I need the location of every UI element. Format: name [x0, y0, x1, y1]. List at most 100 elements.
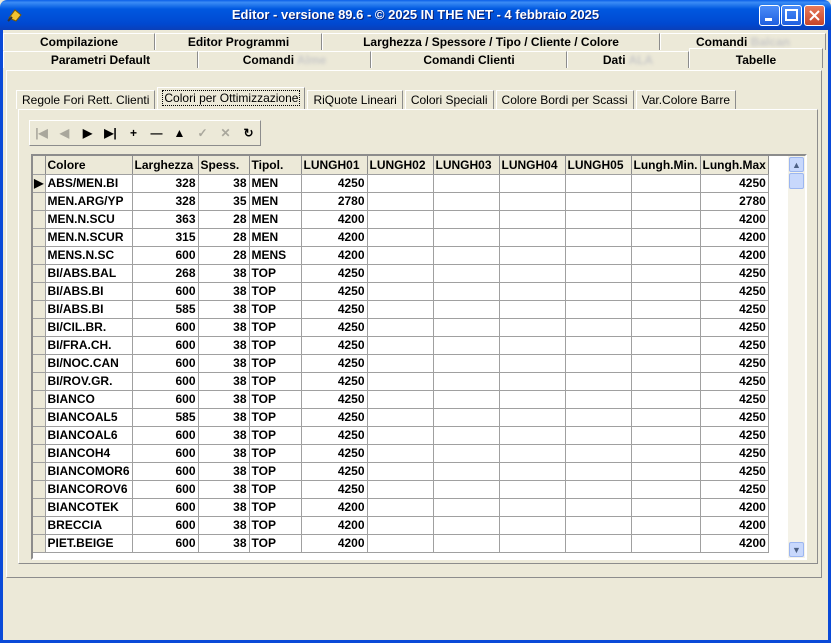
table-cell[interactable]: 4250 — [301, 264, 368, 283]
table-cell[interactable]: 600 — [132, 516, 199, 535]
table-cell[interactable]: 38 — [198, 498, 250, 517]
table-cell[interactable]: 38 — [198, 534, 250, 553]
table-cell[interactable] — [499, 354, 566, 373]
column-header[interactable]: LUNGH05 — [565, 156, 632, 175]
table-cell[interactable] — [433, 300, 500, 319]
table-cell[interactable]: 4200 — [301, 534, 368, 553]
table-cell[interactable] — [433, 516, 500, 535]
table-cell[interactable]: 4250 — [700, 480, 769, 499]
table-cell[interactable]: BIANCOAL5 — [45, 408, 133, 427]
table-cell[interactable]: 600 — [132, 354, 199, 373]
table-cell[interactable] — [631, 426, 701, 445]
table-cell[interactable] — [565, 192, 632, 211]
table-cell[interactable]: 4250 — [301, 426, 368, 445]
table-cell[interactable] — [499, 462, 566, 481]
table-cell[interactable] — [499, 498, 566, 517]
table-cell[interactable]: MEN — [249, 174, 302, 193]
table-row[interactable]: BI/FRA.CH. 600 38 TOP 4250 4250 — [33, 336, 769, 355]
table-cell[interactable] — [565, 480, 632, 499]
table-row[interactable]: MENS.N.SC 600 28 MENS 4200 4200 — [33, 246, 769, 265]
table-row[interactable]: ▶ ABS/MEN.BI 328 38 MEN 4250 4250 — [33, 174, 769, 193]
vertical-scrollbar[interactable]: ▲ ▼ — [788, 156, 805, 558]
table-cell[interactable]: TOP — [249, 516, 302, 535]
table-cell[interactable]: MEN — [249, 192, 302, 211]
table-cell[interactable] — [433, 354, 500, 373]
table-cell[interactable] — [565, 174, 632, 193]
table-cell[interactable] — [499, 264, 566, 283]
table-cell[interactable] — [499, 372, 566, 391]
subtab-riquote-lineari[interactable]: RiQuote Lineari — [307, 90, 403, 109]
table-cell[interactable] — [499, 534, 566, 553]
table-cell[interactable]: 38 — [198, 282, 250, 301]
table-cell[interactable]: 4250 — [301, 390, 368, 409]
table-cell[interactable]: 38 — [198, 516, 250, 535]
table-cell[interactable]: 4250 — [700, 426, 769, 445]
table-cell[interactable]: 4250 — [301, 408, 368, 427]
table-cell[interactable] — [631, 462, 701, 481]
table-cell[interactable] — [565, 462, 632, 481]
table-cell[interactable] — [631, 318, 701, 337]
table-cell[interactable] — [433, 318, 500, 337]
table-cell[interactable] — [631, 228, 701, 247]
subtab-var-colore-barre[interactable]: Var.Colore Barre — [635, 90, 737, 109]
table-cell[interactable]: 600 — [132, 318, 199, 337]
table-cell[interactable]: BI/ABS.BI — [45, 282, 133, 301]
table-cell[interactable]: 328 — [132, 174, 199, 193]
table-cell[interactable]: 38 — [198, 408, 250, 427]
table-cell[interactable] — [499, 282, 566, 301]
table-cell[interactable]: 38 — [198, 318, 250, 337]
tab-dati[interactable]: Dati ALA — [567, 51, 689, 68]
table-cell[interactable]: 38 — [198, 300, 250, 319]
table-cell[interactable] — [565, 228, 632, 247]
table-cell[interactable]: BI/CIL.BR. — [45, 318, 133, 337]
table-cell[interactable]: 4250 — [301, 282, 368, 301]
last-record-button[interactable]: ▶| — [99, 121, 122, 145]
table-cell[interactable]: 38 — [198, 462, 250, 481]
table-cell[interactable]: 4250 — [700, 354, 769, 373]
table-cell[interactable] — [367, 354, 434, 373]
table-cell[interactable]: BI/ROV.GR. — [45, 372, 133, 391]
table-cell[interactable]: 28 — [198, 246, 250, 265]
table-cell[interactable]: TOP — [249, 318, 302, 337]
first-record-button[interactable]: |◀ — [30, 121, 53, 145]
subtab-regole-fori[interactable]: Regole Fori Rett. Clienti — [16, 90, 156, 109]
table-cell[interactable]: 4250 — [301, 444, 368, 463]
table-cell[interactable]: BIANCO — [45, 390, 133, 409]
table-cell[interactable]: 4250 — [700, 318, 769, 337]
table-cell[interactable] — [433, 444, 500, 463]
table-cell[interactable]: 600 — [132, 534, 199, 553]
table-cell[interactable]: 2780 — [301, 192, 368, 211]
table-row[interactable]: BI/ABS.BI 600 38 TOP 4250 4250 — [33, 282, 769, 301]
close-button[interactable] — [804, 5, 825, 26]
table-cell[interactable] — [367, 534, 434, 553]
table-cell[interactable] — [499, 480, 566, 499]
table-cell[interactable]: 600 — [132, 480, 199, 499]
table-cell[interactable]: 585 — [132, 300, 199, 319]
table-cell[interactable]: 4200 — [301, 246, 368, 265]
table-cell[interactable] — [433, 426, 500, 445]
table-cell[interactable] — [499, 228, 566, 247]
table-cell[interactable] — [367, 192, 434, 211]
table-cell[interactable] — [565, 354, 632, 373]
table-cell[interactable]: 4200 — [700, 246, 769, 265]
table-cell[interactable] — [433, 336, 500, 355]
table-cell[interactable] — [499, 426, 566, 445]
table-cell[interactable] — [433, 174, 500, 193]
table-cell[interactable]: 28 — [198, 228, 250, 247]
table-cell[interactable]: TOP — [249, 372, 302, 391]
table-cell[interactable]: 328 — [132, 192, 199, 211]
table-cell[interactable] — [433, 462, 500, 481]
table-cell[interactable] — [433, 480, 500, 499]
table-cell[interactable] — [367, 480, 434, 499]
scroll-thumb[interactable] — [789, 173, 804, 189]
column-header[interactable]: Larghezza — [132, 156, 199, 175]
table-row[interactable]: BIANCO 600 38 TOP 4250 4250 — [33, 390, 769, 409]
table-cell[interactable] — [367, 516, 434, 535]
table-cell[interactable]: 4250 — [700, 336, 769, 355]
subtab-colori-ottimizzazione[interactable]: Colori per Ottimizzazione — [157, 87, 306, 109]
column-header[interactable]: LUNGH03 — [433, 156, 500, 175]
table-cell[interactable]: 4250 — [301, 480, 368, 499]
table-cell[interactable] — [433, 372, 500, 391]
column-header[interactable]: Lungh.Max — [700, 156, 769, 175]
table-cell[interactable]: TOP — [249, 390, 302, 409]
